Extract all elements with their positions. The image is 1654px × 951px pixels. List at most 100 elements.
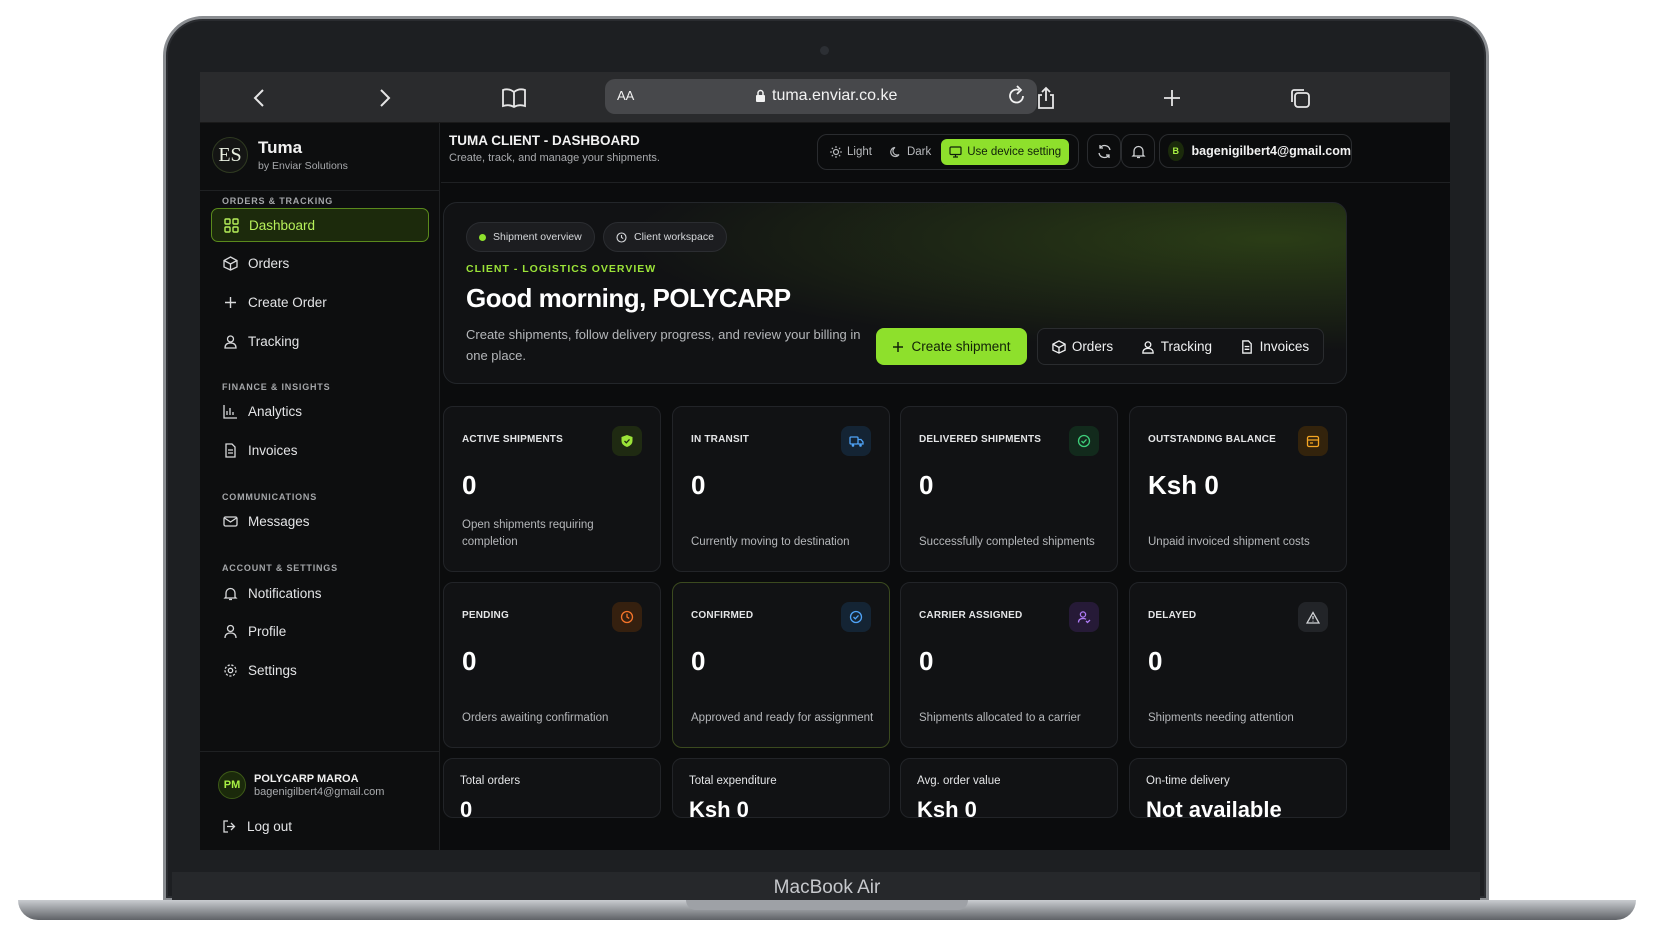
- theme-dark-button[interactable]: Dark: [882, 139, 939, 165]
- clock-icon: [612, 602, 642, 632]
- share-icon[interactable]: [1030, 82, 1062, 114]
- stat-card-delivered[interactable]: DELIVERED SHIPMENTS 0 Successfully compl…: [900, 406, 1118, 572]
- logout-label: Log out: [247, 819, 293, 834]
- stat-description: Orders awaiting confirmation: [462, 712, 609, 724]
- shipment-overview-pill[interactable]: Shipment overview: [466, 222, 595, 252]
- stat-card-pending[interactable]: PENDING 0 Orders awaiting confirmation: [443, 582, 661, 748]
- stat-value: 0: [462, 646, 477, 676]
- laptop-base-notch: [686, 900, 968, 910]
- sidebar-item-create-order[interactable]: Create Order: [211, 285, 429, 319]
- clock-icon: [616, 231, 627, 243]
- person-pin-icon: [224, 334, 237, 349]
- quick-tracking-button[interactable]: Tracking: [1141, 339, 1212, 354]
- summary-card-total-orders[interactable]: Total orders 0: [443, 758, 661, 822]
- address-bar[interactable]: AA tuma.enviar.co.ke: [605, 79, 1037, 114]
- sidebar-item-tracking[interactable]: Tracking: [211, 324, 429, 358]
- stat-value: 0: [919, 646, 934, 676]
- theme-light-button[interactable]: Light: [822, 139, 880, 165]
- laptop-frame: MacBook Air AA tuma.enviar.co.ke ES Tuma…: [0, 0, 1654, 951]
- lock-icon: [756, 89, 765, 102]
- sidebar-item-label: Tracking: [248, 333, 300, 349]
- summary-card-on-time-delivery[interactable]: On-time delivery Not available: [1129, 758, 1347, 822]
- user-profile[interactable]: PM POLYCARP MAROA bagenigilbert4@gmail.c…: [218, 771, 384, 799]
- quick-links: Orders Tracking Invoices: [1037, 328, 1324, 365]
- stat-description: Successfully completed shipments: [919, 536, 1095, 548]
- sidebar-item-analytics[interactable]: Analytics: [211, 394, 429, 428]
- avatar: PM: [218, 771, 246, 799]
- quick-tracking-label: Tracking: [1160, 339, 1212, 354]
- stat-card-carrier-assigned[interactable]: CARRIER ASSIGNED 0 Shipments allocated t…: [900, 582, 1118, 748]
- logout-button[interactable]: Log out: [222, 819, 292, 834]
- summary-label: Total orders: [460, 775, 521, 787]
- forward-icon[interactable]: [369, 82, 401, 114]
- device-brand: MacBook Air: [773, 877, 881, 898]
- stat-label: CONFIRMED: [691, 610, 754, 621]
- stat-label: PENDING: [462, 610, 509, 621]
- bookmarks-icon[interactable]: [498, 82, 530, 114]
- divider: [200, 751, 440, 752]
- stat-description: Shipments allocated to a carrier: [919, 712, 1081, 724]
- stat-card-active-shipments[interactable]: ACTIVE SHIPMENTS 0 Open shipments requir…: [443, 406, 661, 572]
- app-brand[interactable]: ES Tuma by Enviar Solutions: [212, 137, 348, 173]
- section-account-settings: ACCOUNT & SETTINGS: [222, 563, 338, 573]
- box-icon: [1052, 339, 1066, 354]
- pill-label: Client workspace: [634, 231, 714, 243]
- reload-icon[interactable]: [1007, 85, 1027, 112]
- stat-card-confirmed[interactable]: CONFIRMED 0 Approved and ready for assig…: [672, 582, 890, 748]
- quick-invoices-button[interactable]: Invoices: [1240, 339, 1309, 354]
- plus-icon: [893, 341, 904, 352]
- app-name: Tuma: [258, 138, 303, 157]
- screen: AA tuma.enviar.co.ke ES Tuma by Enviar S…: [200, 72, 1450, 850]
- stat-value: 0: [1148, 646, 1163, 676]
- user-email: bagenigilbert4@gmail.com: [254, 785, 385, 798]
- summary-label: On-time delivery: [1146, 775, 1230, 787]
- account-menu[interactable]: B bagenigilbert4@gmail.com: [1159, 134, 1352, 168]
- sidebar-item-label: Analytics: [248, 403, 303, 419]
- reader-mode-button[interactable]: AA: [617, 88, 634, 103]
- sidebar-item-label: Create Order: [248, 294, 327, 310]
- sidebar-item-invoices[interactable]: Invoices: [211, 433, 429, 467]
- overview-hero: Shipment overview Client workspace CLIEN…: [443, 202, 1347, 384]
- summary-card-total-expenditure[interactable]: Total expenditure Ksh 0: [672, 758, 890, 822]
- wallet-icon: [1298, 426, 1328, 456]
- warning-icon: [1298, 602, 1328, 632]
- quick-orders-button[interactable]: Orders: [1052, 339, 1113, 354]
- new-tab-icon[interactable]: [1156, 82, 1188, 114]
- stat-description: Shipments needing attention: [1148, 712, 1294, 724]
- stat-card-in-transit[interactable]: IN TRANSIT 0 Currently moving to destina…: [672, 406, 890, 572]
- divider: [200, 190, 440, 191]
- sidebar-item-messages[interactable]: Messages: [211, 504, 429, 538]
- sun-icon: [830, 146, 842, 158]
- stat-card-delayed[interactable]: DELAYED 0 Shipments needing attention: [1129, 582, 1347, 748]
- gear-icon: [224, 663, 237, 677]
- stat-description: Approved and ready for assignment: [691, 712, 874, 724]
- summary-card-avg-order-value[interactable]: Avg. order value Ksh 0: [900, 758, 1118, 822]
- refresh-button[interactable]: [1087, 134, 1121, 168]
- page-title: TUMA CLIENT - DASHBOARD: [449, 133, 640, 148]
- person-pin-icon: [1141, 340, 1154, 354]
- grid-icon: [224, 217, 239, 233]
- box-icon: [223, 255, 238, 271]
- create-shipment-button[interactable]: Create shipment: [876, 328, 1027, 365]
- tabs-overview-icon[interactable]: [1284, 82, 1316, 114]
- refresh-icon: [1097, 144, 1111, 158]
- theme-device-button[interactable]: Use device setting: [941, 139, 1070, 165]
- sidebar-item-label: Profile: [248, 623, 287, 639]
- sidebar-item-label: Dashboard: [249, 217, 316, 233]
- document-icon: [1241, 339, 1252, 354]
- stat-value: Ksh 0: [1148, 470, 1219, 500]
- sidebar-item-profile[interactable]: Profile: [211, 614, 429, 648]
- sidebar-item-notifications[interactable]: Notifications: [211, 576, 429, 610]
- sidebar-item-settings[interactable]: Settings: [211, 653, 429, 687]
- check-badge-icon: [841, 602, 871, 632]
- back-icon[interactable]: [243, 82, 275, 114]
- hero-description: Create shipments, follow delivery progre…: [466, 327, 861, 363]
- section-finance-insights: FINANCE & INSIGHTS: [222, 382, 331, 392]
- client-workspace-pill[interactable]: Client workspace: [603, 222, 727, 252]
- sidebar-item-dashboard[interactable]: Dashboard: [211, 208, 429, 242]
- stat-card-outstanding-balance[interactable]: OUTSTANDING BALANCE Ksh 0 Unpaid invoice…: [1129, 406, 1347, 572]
- page-subtitle: Create, track, and manage your shipments…: [449, 152, 660, 164]
- sidebar-item-orders[interactable]: Orders: [211, 246, 429, 280]
- notifications-button[interactable]: [1121, 134, 1155, 168]
- sidebar-item-label: Notifications: [248, 585, 322, 601]
